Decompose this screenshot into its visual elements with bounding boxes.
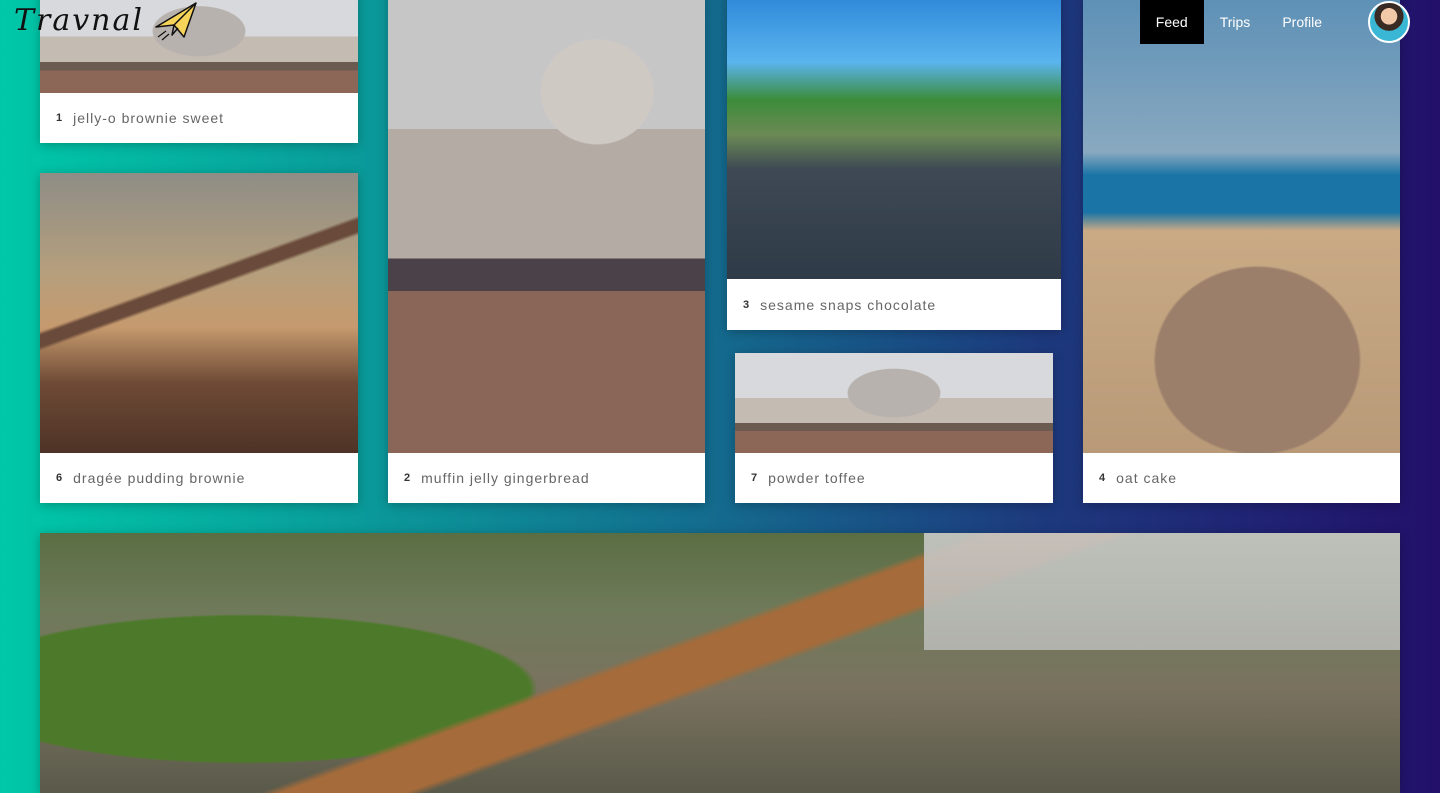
featured-photo	[40, 533, 1400, 793]
feed-card[interactable]: 4 oat cake	[1083, 0, 1400, 503]
card-caption: 2 muffin jelly gingerbread	[388, 453, 705, 503]
card-photo	[388, 0, 705, 453]
card-number: 1	[56, 112, 64, 124]
card-title: powder toffee	[768, 470, 866, 486]
paper-plane-icon	[155, 2, 197, 41]
card-number: 7	[751, 472, 759, 484]
feed-card[interactable]: 3 sesame snaps chocolate	[727, 0, 1061, 330]
card-title: jelly-o brownie sweet	[73, 110, 225, 126]
card-number: 3	[743, 298, 751, 311]
top-nav: Feed Trips Profile	[1139, 0, 1410, 44]
featured-card[interactable]	[40, 533, 1400, 793]
feed-card[interactable]: 2 muffin jelly gingerbread	[388, 0, 705, 503]
card-photo	[40, 173, 358, 453]
card-caption: 7 powder toffee	[735, 453, 1053, 503]
nav-item-profile[interactable]: Profile	[1266, 0, 1338, 44]
card-caption: 6 dragée pudding brownie	[40, 453, 358, 503]
nav-item-feed[interactable]: Feed	[1139, 0, 1204, 44]
nav-item-trips[interactable]: Trips	[1204, 0, 1267, 44]
card-caption: 4 oat cake	[1083, 453, 1400, 503]
brand-logo[interactable]: Travnal	[14, 0, 198, 42]
feed-card[interactable]: 6 dragée pudding brownie	[40, 173, 358, 503]
card-photo	[735, 353, 1053, 453]
card-number: 6	[56, 472, 64, 484]
card-caption: 3 sesame snaps chocolate	[727, 279, 1061, 330]
card-photo	[1083, 0, 1400, 453]
brand-name: Travnal	[14, 3, 144, 38]
card-number: 4	[1099, 472, 1107, 484]
card-title: oat cake	[1116, 470, 1178, 486]
card-number: 2	[404, 472, 412, 484]
avatar[interactable]	[1368, 1, 1410, 43]
card-caption: 1 jelly-o brownie sweet	[40, 93, 358, 143]
card-photo	[727, 0, 1061, 279]
card-title: sesame snaps chocolate	[760, 296, 937, 313]
card-title: dragée pudding brownie	[73, 470, 246, 486]
card-title: muffin jelly gingerbread	[421, 470, 590, 486]
feed-card[interactable]: 7 powder toffee	[735, 353, 1053, 503]
